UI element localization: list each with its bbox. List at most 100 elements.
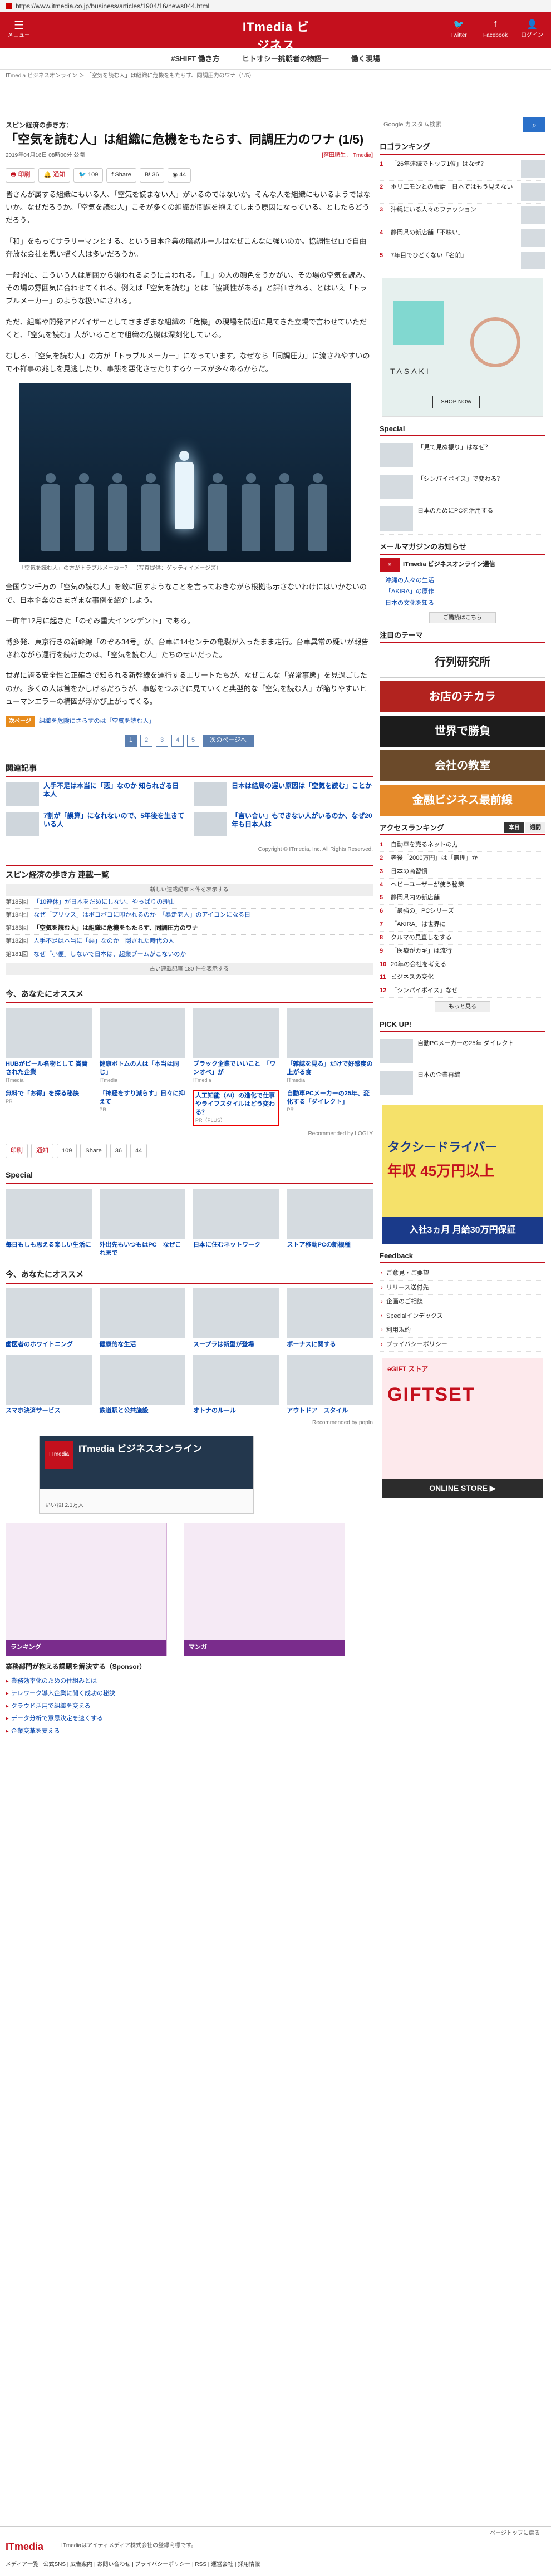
mail-line[interactable]: 沖縄の人々の生活 bbox=[380, 575, 545, 587]
twitter-button[interactable]: 🐦 Twitter bbox=[445, 19, 472, 40]
series-row[interactable]: 第184回 なぜ「プリウス」はボコボコに叩かれるのか 「暴走老人」のアイコンになる… bbox=[6, 909, 373, 922]
recommended-by[interactable]: Recommended by LOGLY bbox=[6, 1130, 373, 1138]
special-card[interactable]: ストア移動PCの新機種 bbox=[287, 1189, 373, 1258]
recommend2-card[interactable]: 鉄道駅と公共施設 bbox=[99, 1354, 185, 1415]
special-side-item[interactable]: 日本のためにPCを活用する bbox=[380, 503, 545, 535]
ranking-item[interactable]: 3 沖縄にいる人々のファッション bbox=[380, 204, 545, 226]
recommend-card[interactable]: 無料で「お得」を探る秘訣 PR bbox=[6, 1090, 92, 1126]
recommend2-card[interactable]: ボーナスに関する bbox=[287, 1288, 373, 1349]
tab-today[interactable]: 本日 bbox=[504, 822, 524, 833]
search-input[interactable] bbox=[380, 117, 523, 132]
access-item[interactable]: 4 ヘビーユーザーが使う秘策 bbox=[380, 879, 545, 892]
theme-banner[interactable]: 世界で勝負 bbox=[380, 715, 545, 747]
series-row[interactable]: 第181回 なぜ「小便」しないで日本は、起業ブームがこないのか bbox=[6, 948, 373, 961]
related-item[interactable]: 人手不足は本当に「悪」なのか 知られざる日本人 bbox=[6, 781, 185, 806]
recommended-by[interactable]: Recommended by popIn bbox=[6, 1418, 373, 1427]
access-item[interactable]: 7 「AKIRA」は世界に bbox=[380, 918, 545, 932]
theme-banner[interactable]: 金融ビジネス最前線 bbox=[380, 784, 545, 816]
recommend-card[interactable]: 自動車PCメーカーの25年、変化する「ダイレクト」 PR bbox=[287, 1090, 373, 1126]
access-item[interactable]: 2 老後「2000万円」は「無理」か bbox=[380, 852, 545, 865]
pickup-item[interactable]: 自動PCメーカーの25年 ダイレクト bbox=[380, 1036, 545, 1067]
access-item[interactable]: 6 「最強の」PCシリーズ bbox=[380, 905, 545, 919]
show-newer-button[interactable]: 新しい連載記事 8 件を表示する bbox=[6, 884, 373, 896]
print-button[interactable]: 印刷 bbox=[6, 1144, 28, 1159]
access-item[interactable]: 9 「医療がカギ」は流行 bbox=[380, 945, 545, 958]
taxi-ad-banner[interactable]: タクシードライバー 年収 45万円以上 入社3ヵ月 月給30万円保証 bbox=[382, 1104, 543, 1244]
sponsor-link[interactable]: データ分析で意思決定を速くする bbox=[6, 1712, 373, 1725]
access-item[interactable]: 8 クルマの見直しをする bbox=[380, 932, 545, 945]
notify-button[interactable]: 通知 bbox=[31, 1144, 53, 1159]
recommend-card[interactable]: ブラック企業でいいこと 「ワンオペ」が ITmedia bbox=[193, 1008, 279, 1084]
author[interactable]: [窪田順生，ITmedia] bbox=[322, 151, 373, 160]
print-button[interactable]: 🖶 印刷 bbox=[6, 168, 36, 183]
subscribe-button[interactable]: ご購読はこちら bbox=[429, 612, 496, 623]
page-2[interactable]: 2 bbox=[140, 734, 152, 747]
related-item[interactable]: 「言い合い」もできない人がいるのか、なぜ20年も日本人は bbox=[194, 811, 373, 836]
series-row[interactable]: 第185回 「10連休」が日本をだめにしない、やっぱりの理由 bbox=[6, 896, 373, 909]
pocket-button[interactable]: ◉ 44 bbox=[167, 168, 191, 183]
ranking-item[interactable]: 4 静岡県の新店舗「不味い」 bbox=[380, 226, 545, 249]
tab-week[interactable]: 週間 bbox=[525, 822, 545, 833]
hatena-button[interactable]: 36 bbox=[110, 1144, 127, 1159]
sponsor-link[interactable]: 企業変革を支える bbox=[6, 1725, 373, 1738]
recommend2-card[interactable]: 健康的な生活 bbox=[99, 1288, 185, 1349]
social-embed[interactable]: ITmedia ITmedia ビジネスオンライン いいね! 2.1万人 bbox=[39, 1435, 254, 1514]
next-page-link[interactable]: 組織を危険にさらすのは「空気を読む人」 bbox=[39, 717, 155, 726]
ranking-item[interactable]: 5 7年目でひどくない「名前」 bbox=[380, 249, 545, 272]
recommend2-card[interactable]: 歯医者のホワイトニング bbox=[6, 1288, 92, 1349]
feedback-link[interactable]: プライバシーポリシー bbox=[380, 1338, 545, 1352]
recommend-card[interactable]: 「神経をすり減らす」日々に抑えて PR bbox=[100, 1090, 186, 1126]
feedback-link[interactable]: 利用規約 bbox=[380, 1323, 545, 1338]
theme-banner[interactable]: 会社の教室 bbox=[380, 750, 545, 781]
notify-button[interactable]: 🔔 通知 bbox=[38, 168, 71, 183]
theme-banner[interactable]: お店のチカラ bbox=[380, 681, 545, 712]
page-5[interactable]: 5 bbox=[187, 734, 199, 747]
series-label[interactable]: スピン経済の歩き方： bbox=[6, 120, 373, 130]
ranking-item[interactable]: 2 ホリエモンとの会話 日本ではもう見えない bbox=[380, 181, 545, 204]
sponsor-link[interactable]: クラウド活用で組織を変える bbox=[6, 1700, 373, 1713]
comic-banner[interactable]: ランキング bbox=[6, 1522, 167, 1656]
fb-share-button[interactable]: f Share bbox=[106, 168, 136, 183]
next-page-button[interactable]: 次のページへ bbox=[203, 734, 254, 747]
access-item[interactable]: 3 日本の商習慣 bbox=[380, 865, 545, 879]
special-card[interactable]: 毎日もしも思える楽しい生活に bbox=[6, 1189, 92, 1258]
access-item[interactable]: 10 20年の会社を考える bbox=[380, 958, 545, 972]
series-row[interactable]: 第182回 人手不足は本当に「悪」なのか 隠された時代の人 bbox=[6, 935, 373, 948]
recommend-card[interactable]: 健康ボトムの人は「本当は同じ」 ITmedia bbox=[99, 1008, 185, 1084]
show-older-button[interactable]: 古い連載記事 180 件を表示する bbox=[6, 963, 373, 975]
subnav-item-shift[interactable]: #SHIFT 働き方 bbox=[171, 53, 219, 65]
recommend-card[interactable]: 「雑誌を見る」だけで好感度の上がる食 ITmedia bbox=[287, 1008, 373, 1084]
facebook-button[interactable]: f Facebook bbox=[482, 19, 509, 40]
access-item[interactable]: 5 静岡県内の新店舗 bbox=[380, 891, 545, 905]
menu-button[interactable]: ☰ メニュー bbox=[8, 20, 30, 40]
comic-banner[interactable]: マンガ bbox=[184, 1522, 345, 1656]
ranking-item[interactable]: 1 「26年連続でトップ1位」はなぜ？ bbox=[380, 158, 545, 181]
special-card[interactable]: 日本に住むネットワーク bbox=[193, 1189, 279, 1258]
pickup-item[interactable]: 日本の企業再編 bbox=[380, 1067, 545, 1099]
page-3[interactable]: 3 bbox=[156, 734, 168, 747]
access-item[interactable]: 12 「シンパイボイス」なぜ bbox=[380, 984, 545, 998]
pocket-button[interactable]: 44 bbox=[130, 1144, 147, 1159]
access-item[interactable]: 1 自動車を売るネットの力 bbox=[380, 839, 545, 852]
page-4[interactable]: 4 bbox=[171, 734, 184, 747]
related-item[interactable]: 7割が「誤算」になれないので、5年後を生きている人 bbox=[6, 811, 185, 836]
login-button[interactable]: 👤 ログイン bbox=[519, 19, 545, 40]
access-item[interactable]: 11 ビジネスの変化 bbox=[380, 971, 545, 985]
fb-share-button[interactable]: Share bbox=[80, 1144, 107, 1159]
recommend2-card[interactable]: スマホ決済サービス bbox=[6, 1354, 92, 1415]
site-logo[interactable]: ITmedia ビジネス ONLINE bbox=[237, 18, 315, 63]
recommend2-card[interactable]: アウトドア スタイル bbox=[287, 1354, 373, 1415]
social-follow[interactable]: いいね! 2.1万人 bbox=[45, 1501, 83, 1510]
breadcrumb[interactable]: ITmedia ビジネスオンライン ＞ 「空気を読む人」は組織に危機をもたらす、… bbox=[0, 70, 551, 82]
tweet-button[interactable]: 🐦 109 bbox=[73, 168, 104, 183]
sponsor-link[interactable]: テレワーク導入企業に聞く成功の秘訣 bbox=[6, 1687, 373, 1700]
feedback-link[interactable]: Specialインデックス bbox=[380, 1309, 545, 1324]
feedback-link[interactable]: リリース送付先 bbox=[380, 1281, 545, 1296]
recommend2-card[interactable]: オトナのルール bbox=[193, 1354, 279, 1415]
ad-banner[interactable]: TASAKI SHOP NOW bbox=[382, 277, 543, 417]
subnav-item-genba[interactable]: 働く現場 bbox=[351, 53, 380, 65]
address-bar[interactable]: https://www.itmedia.co.jp/business/artic… bbox=[0, 0, 551, 12]
hatena-button[interactable]: B! 36 bbox=[139, 168, 164, 183]
ad-shop-button[interactable]: SHOP NOW bbox=[432, 395, 480, 408]
recommend-card-highlighted[interactable]: 人工知能（AI）の進化で仕事やライフスタイルはどう変わる？ PR（PLUS） bbox=[193, 1090, 279, 1127]
